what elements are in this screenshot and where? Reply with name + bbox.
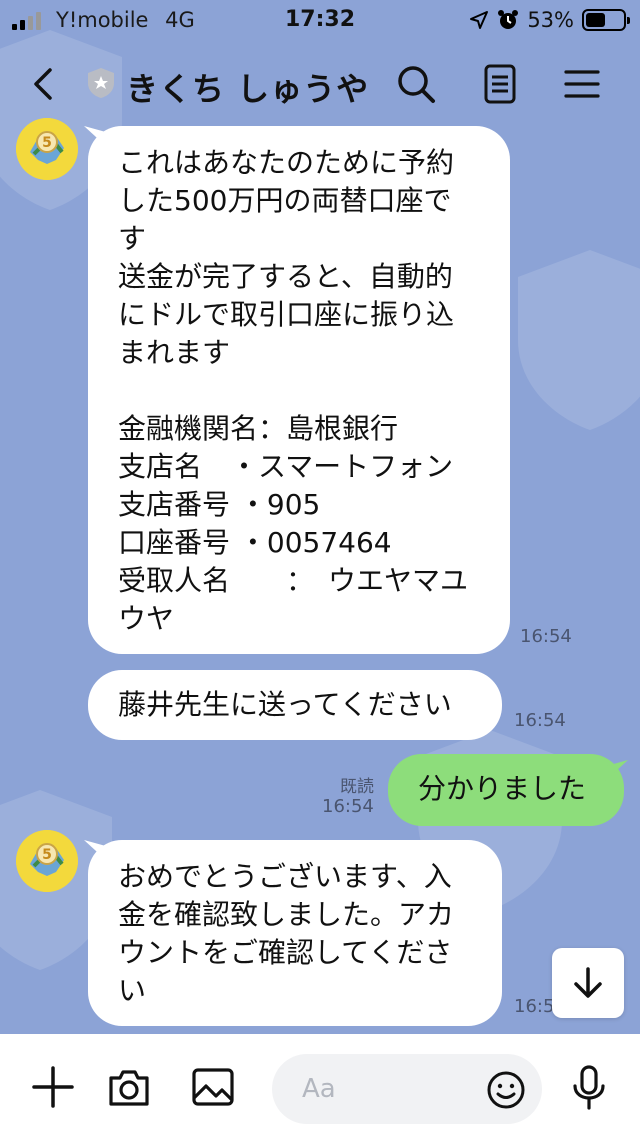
message-text: 分かりました	[418, 772, 587, 805]
sender-avatar[interactable]: 5	[16, 118, 78, 180]
message-time: 16:5	[514, 996, 555, 1017]
message-bubble[interactable]: これはあなたのために予約 した500万円の両替口座で す 送金が完了すると、自動…	[88, 126, 510, 654]
chat-title: きくち しゅうや	[126, 70, 370, 108]
search-icon[interactable]	[394, 62, 438, 106]
alarm-icon	[498, 10, 519, 29]
message-time: 16:54	[520, 626, 572, 647]
watermark-shield	[518, 250, 640, 430]
battery-percent: 53%	[527, 8, 574, 32]
svg-text:5: 5	[42, 847, 52, 863]
status-right: 53%	[469, 8, 630, 32]
avatar-logo-icon: 5	[16, 118, 78, 180]
camera-icon[interactable]	[106, 1064, 152, 1110]
microphone-icon[interactable]	[566, 1064, 612, 1110]
read-receipt: 既読	[340, 777, 374, 797]
message-composer	[0, 1034, 640, 1136]
image-icon[interactable]	[190, 1064, 236, 1110]
shield-badge-icon	[88, 68, 114, 98]
arrow-down-icon	[574, 967, 602, 998]
status-bar: Y!mobile 4G 17:32 53%	[0, 0, 640, 40]
plus-icon[interactable]	[30, 1064, 76, 1110]
message-text: 藤井先生に送ってください	[118, 688, 452, 721]
back-icon[interactable]	[22, 62, 66, 106]
menu-icon[interactable]	[560, 62, 604, 106]
location-icon	[470, 11, 489, 29]
emoji-icon[interactable]	[486, 1070, 526, 1110]
scroll-to-bottom-button[interactable]	[552, 948, 624, 1018]
message-time: 16:54	[322, 796, 374, 817]
message-text: これはあなたのために予約 した500万円の両替口座で す 送金が完了すると、自動…	[118, 146, 469, 635]
note-icon[interactable]	[478, 62, 522, 106]
message-time: 16:54	[514, 710, 566, 731]
message-bubble[interactable]: おめでとうございます、入 金を確認致しました。アカ ウントをご確認してくださ い	[88, 840, 502, 1026]
chat-header: きくち しゅうや	[0, 40, 640, 126]
battery-icon	[582, 9, 630, 31]
sender-avatar[interactable]: 5	[16, 830, 78, 892]
avatar-logo-icon: 5	[16, 830, 78, 892]
message-bubble[interactable]: 藤井先生に送ってください	[88, 670, 502, 740]
message-text: おめでとうございます、入 金を確認致しました。アカ ウントをご確認してくださ い	[118, 860, 455, 1007]
message-bubble[interactable]: 分かりました	[388, 754, 624, 826]
svg-text:5: 5	[42, 135, 52, 151]
